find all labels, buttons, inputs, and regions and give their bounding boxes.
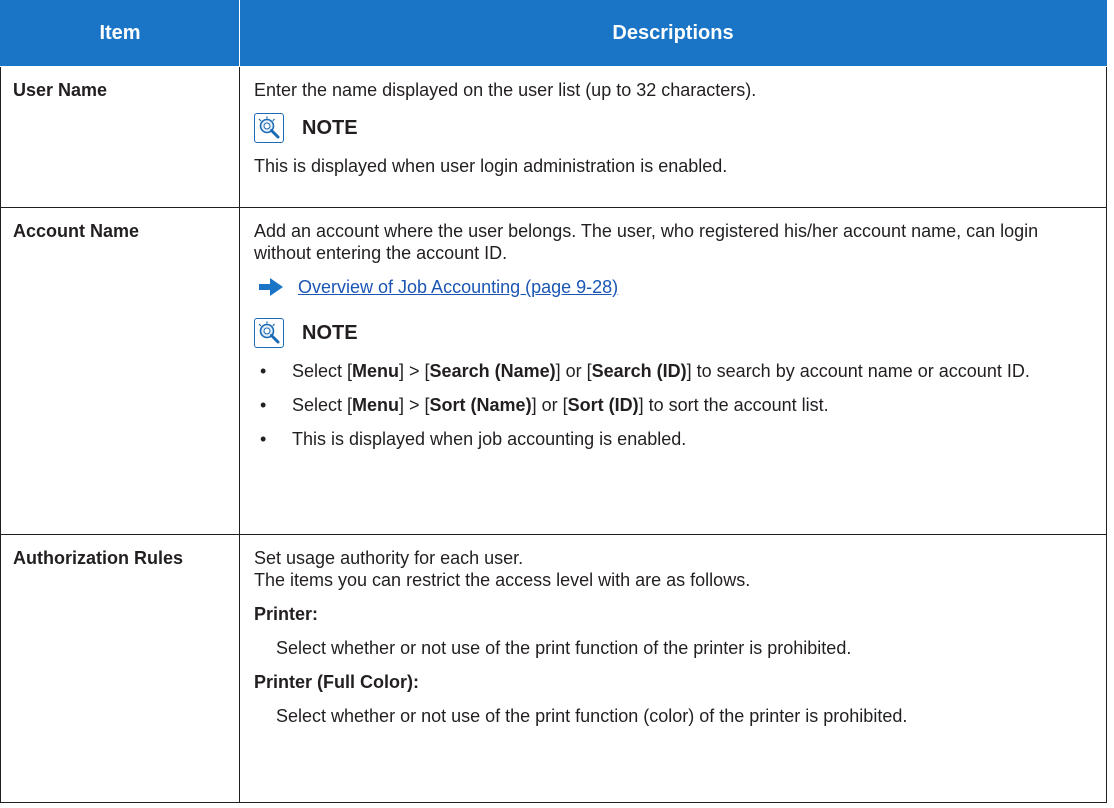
right-arrow-icon	[259, 278, 283, 296]
row-item-user-name: User Name	[0, 66, 240, 208]
note-label: NOTE	[302, 117, 358, 139]
subsection-text-printer: Select whether or not use of the print f…	[276, 638, 852, 658]
description-text: Add an account where the user belongs. T…	[254, 221, 1039, 263]
note-heading: NOTE	[254, 318, 1092, 348]
list-item: • This is displayed when job accounting …	[254, 428, 1092, 450]
row-desc-account-name: Add an account where the user belongs. T…	[239, 207, 1107, 535]
table-row: Authorization Rules Set usage authority …	[0, 534, 1107, 803]
description-text: Enter the name displayed on the user lis…	[254, 80, 757, 100]
description-line: Set usage authority for each user.	[254, 548, 524, 568]
header-descriptions: Descriptions	[239, 0, 1107, 67]
row-desc-user-name: Enter the name displayed on the user lis…	[239, 66, 1107, 208]
bullet-text: Select [Menu] > [Sort (Name)] or [Sort (…	[292, 395, 829, 415]
row-desc-authorization-rules: Set usage authority for each user. The i…	[239, 534, 1107, 803]
table-header-row: Item Descriptions	[0, 0, 1107, 67]
note-heading: NOTE	[254, 113, 1092, 143]
bullet-dot: •	[260, 361, 267, 381]
row-item-account-name: Account Name	[0, 207, 240, 535]
header-item: Item	[0, 0, 240, 67]
note-label: NOTE	[302, 322, 358, 344]
subsection-heading-printer: Printer:	[254, 604, 319, 624]
subsection-text-printer-full-color: Select whether or not use of the print f…	[276, 706, 908, 726]
cross-reference: Overview of Job Accounting (page 9-28)	[254, 276, 1092, 298]
list-item: • Select [Menu] > [Sort (Name)] or [Sort…	[254, 394, 1092, 416]
lightbulb-note-icon	[254, 113, 284, 143]
row-item-authorization-rules: Authorization Rules	[0, 534, 240, 803]
bullet-dot: •	[260, 429, 267, 449]
bullet-text: This is displayed when job accounting is…	[292, 429, 687, 449]
description-line: The items you can restrict the access le…	[254, 570, 751, 590]
table-row: Account Name Add an account where the us…	[0, 207, 1107, 535]
bullet-dot: •	[260, 395, 267, 415]
overview-job-accounting-link[interactable]: Overview of Job Accounting (page 9-28)	[298, 276, 618, 298]
settings-table: Item Descriptions User Name Enter the na…	[0, 0, 1107, 803]
table-row: User Name Enter the name displayed on th…	[0, 66, 1107, 208]
subsection-heading-printer-full-color: Printer (Full Color):	[254, 672, 419, 692]
bullet-text: Select [Menu] > [Search (Name)] or [Sear…	[292, 361, 1030, 381]
list-item: • Select [Menu] > [Search (Name)] or [Se…	[254, 360, 1092, 382]
description-text: Set usage authority for each user. The i…	[254, 547, 1092, 591]
note-text: This is displayed when user login admini…	[254, 156, 728, 176]
lightbulb-note-icon	[254, 318, 284, 348]
